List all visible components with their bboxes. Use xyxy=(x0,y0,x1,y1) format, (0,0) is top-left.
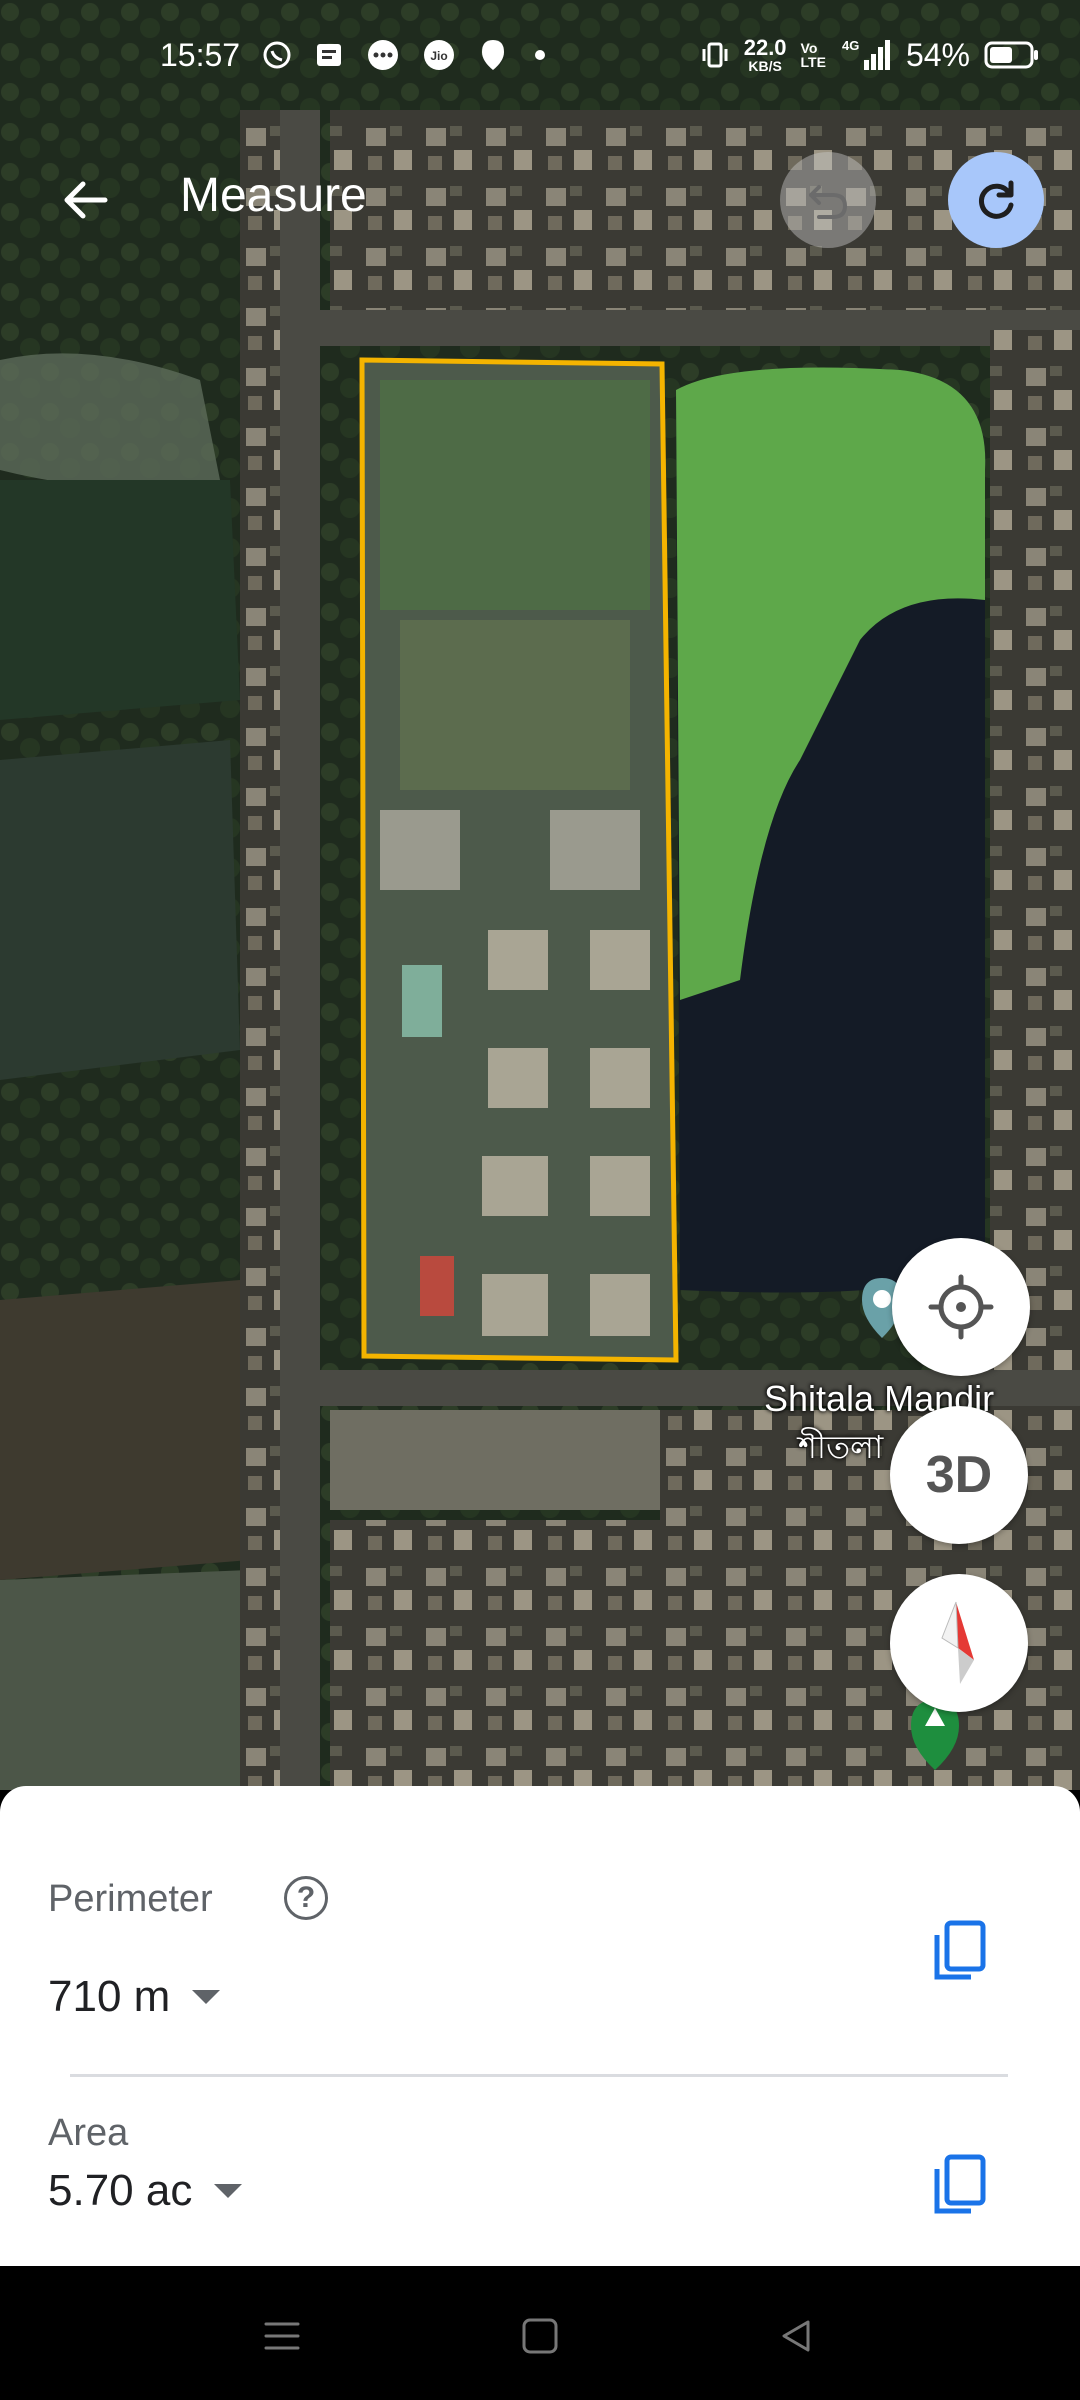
measurement-sheet: Perimeter ? 710 m Area 5.70 ac xyxy=(0,1786,1080,2266)
battery-percent: 54% xyxy=(905,36,970,73)
status-bar: 15:57 Jio 22.0 KB/S Vo LTE 4G 54% xyxy=(0,0,1080,110)
arrow-back-icon xyxy=(64,181,108,219)
area-value: 5.70 ac xyxy=(48,2166,193,2215)
vibrate-icon xyxy=(700,40,730,70)
redo-icon xyxy=(978,180,1014,219)
compass-button[interactable] xyxy=(890,1574,1028,1712)
clock: 15:57 xyxy=(160,36,241,73)
undo-button[interactable] xyxy=(780,152,876,248)
menu-icon xyxy=(264,2322,300,2350)
my-location-button[interactable] xyxy=(892,1238,1030,1376)
copy-icon xyxy=(934,2154,986,2214)
back-icon xyxy=(782,2320,810,2352)
svg-text:Jio: Jio xyxy=(430,49,447,63)
net-speed: 22.0 KB/S xyxy=(743,35,787,74)
copy-perimeter-button[interactable] xyxy=(924,1916,994,1986)
undo-icon xyxy=(809,185,848,219)
home-button[interactable] xyxy=(510,2306,570,2366)
my-location-icon xyxy=(928,1274,994,1340)
signal-icon: 4G xyxy=(840,38,892,72)
area-label: Area xyxy=(48,2112,129,2154)
header: Measure xyxy=(0,140,1080,260)
recents-button[interactable] xyxy=(252,2306,312,2366)
divider xyxy=(70,2074,1008,2077)
jio-icon: Jio xyxy=(422,38,456,72)
volte-indicator: Vo LTE xyxy=(800,40,826,70)
dropdown-arrow-icon xyxy=(192,1990,221,2004)
compass-icon xyxy=(941,1601,974,1684)
help-icon[interactable]: ? xyxy=(284,1876,328,1920)
page-title: Measure xyxy=(180,169,367,222)
system-nav-bar xyxy=(0,2266,1080,2400)
dot-icon xyxy=(530,45,550,65)
back-button[interactable] xyxy=(50,165,120,235)
poi-label-local[interactable]: শীতলা xyxy=(798,1422,883,1476)
copy-area-button[interactable] xyxy=(924,2150,994,2220)
battery-icon xyxy=(984,40,1040,70)
location-icon xyxy=(478,38,508,72)
area-value-selector[interactable]: 5.70 ac xyxy=(48,2166,243,2216)
svg-text:4G: 4G xyxy=(842,38,859,53)
whatsapp-icon xyxy=(262,40,292,70)
3d-button[interactable]: 3D xyxy=(890,1406,1028,1544)
system-back-button[interactable] xyxy=(766,2306,826,2366)
messages-icon xyxy=(314,40,344,70)
chat-icon xyxy=(366,38,400,72)
dropdown-arrow-icon xyxy=(214,2184,243,2198)
perimeter-value: 710 m xyxy=(48,1972,171,2021)
perimeter-value-selector[interactable]: 710 m xyxy=(48,1972,221,2022)
copy-icon xyxy=(934,1920,986,1980)
home-icon xyxy=(522,2318,558,2354)
perimeter-label: Perimeter xyxy=(48,1878,213,1920)
redo-button[interactable] xyxy=(948,152,1044,248)
